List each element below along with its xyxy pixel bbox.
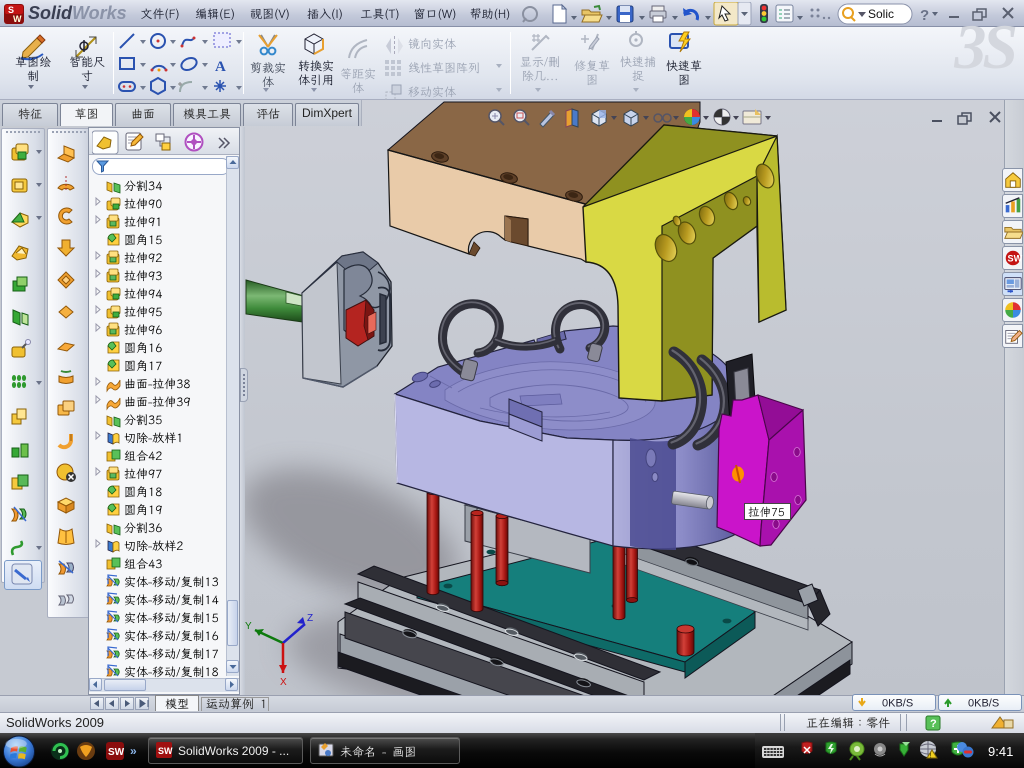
svg-text:SW: SW [158, 746, 173, 756]
svg-text:Z: Z [307, 613, 313, 624]
svg-text:»: » [130, 744, 137, 758]
svg-text:0KB/S: 0KB/S [882, 698, 913, 710]
svg-text:SW: SW [108, 747, 125, 758]
svg-text:X: X [280, 677, 287, 688]
svg-text:Solic: Solic [868, 7, 894, 21]
svg-text:A: A [215, 59, 226, 75]
svg-text:?: ? [930, 718, 937, 730]
svg-text:0KB/S: 0KB/S [968, 698, 999, 710]
svg-text:Y: Y [245, 621, 252, 632]
svg-text:W: W [13, 14, 22, 24]
svg-text:SW: SW [1008, 254, 1023, 264]
svg-text:?: ? [920, 7, 929, 24]
